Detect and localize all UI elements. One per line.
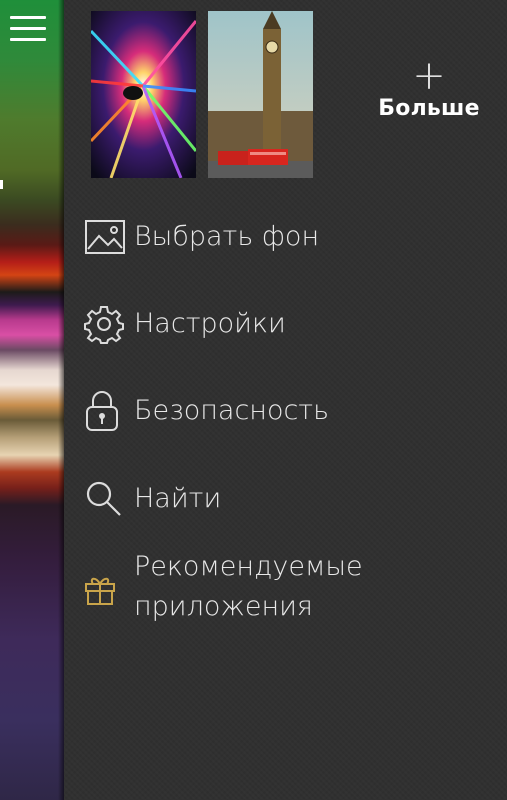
menu-item-choose-background[interactable]: Выбрать фон: [84, 216, 497, 258]
strip-indicator: [0, 180, 3, 189]
plus-icon: +: [412, 53, 446, 99]
menu-item-label: Настройки: [134, 308, 286, 339]
gift-icon: [84, 569, 126, 611]
lock-icon: [84, 390, 126, 432]
menu-item-security[interactable]: Безопасность: [84, 390, 497, 432]
wallpaper-thumbnail-light-tunnel[interactable]: [91, 11, 196, 178]
recommended-apps-label: Рекомендуемые приложения: [134, 547, 363, 627]
menu-item-label-line2: приложения: [134, 591, 313, 622]
menu-item-label: Безопасность: [134, 395, 330, 426]
wallpaper-thumbnail-big-ben[interactable]: [208, 11, 313, 178]
gear-icon: [84, 303, 126, 345]
navigation-drawer: + Больше Выбрать фон Настройки Безопасно…: [64, 0, 507, 800]
hamburger-menu-icon[interactable]: [10, 16, 46, 42]
image-icon: [84, 216, 126, 258]
menu-item-settings[interactable]: Настройки: [84, 303, 497, 345]
search-icon: [84, 478, 126, 520]
menu-item-label: Найти: [134, 483, 222, 514]
more-label: Больше: [378, 96, 480, 121]
menu-item-search[interactable]: Найти: [84, 478, 497, 520]
menu-item-recommended-apps[interactable]: Рекомендуемые приложения: [84, 547, 497, 627]
more-wallpapers-button[interactable]: + Больше: [374, 53, 484, 121]
menu-item-label: Выбрать фон: [134, 221, 320, 252]
menu-item-label-line1: Рекомендуемые: [134, 551, 363, 582]
wallpaper-preview-strip: [0, 0, 64, 800]
